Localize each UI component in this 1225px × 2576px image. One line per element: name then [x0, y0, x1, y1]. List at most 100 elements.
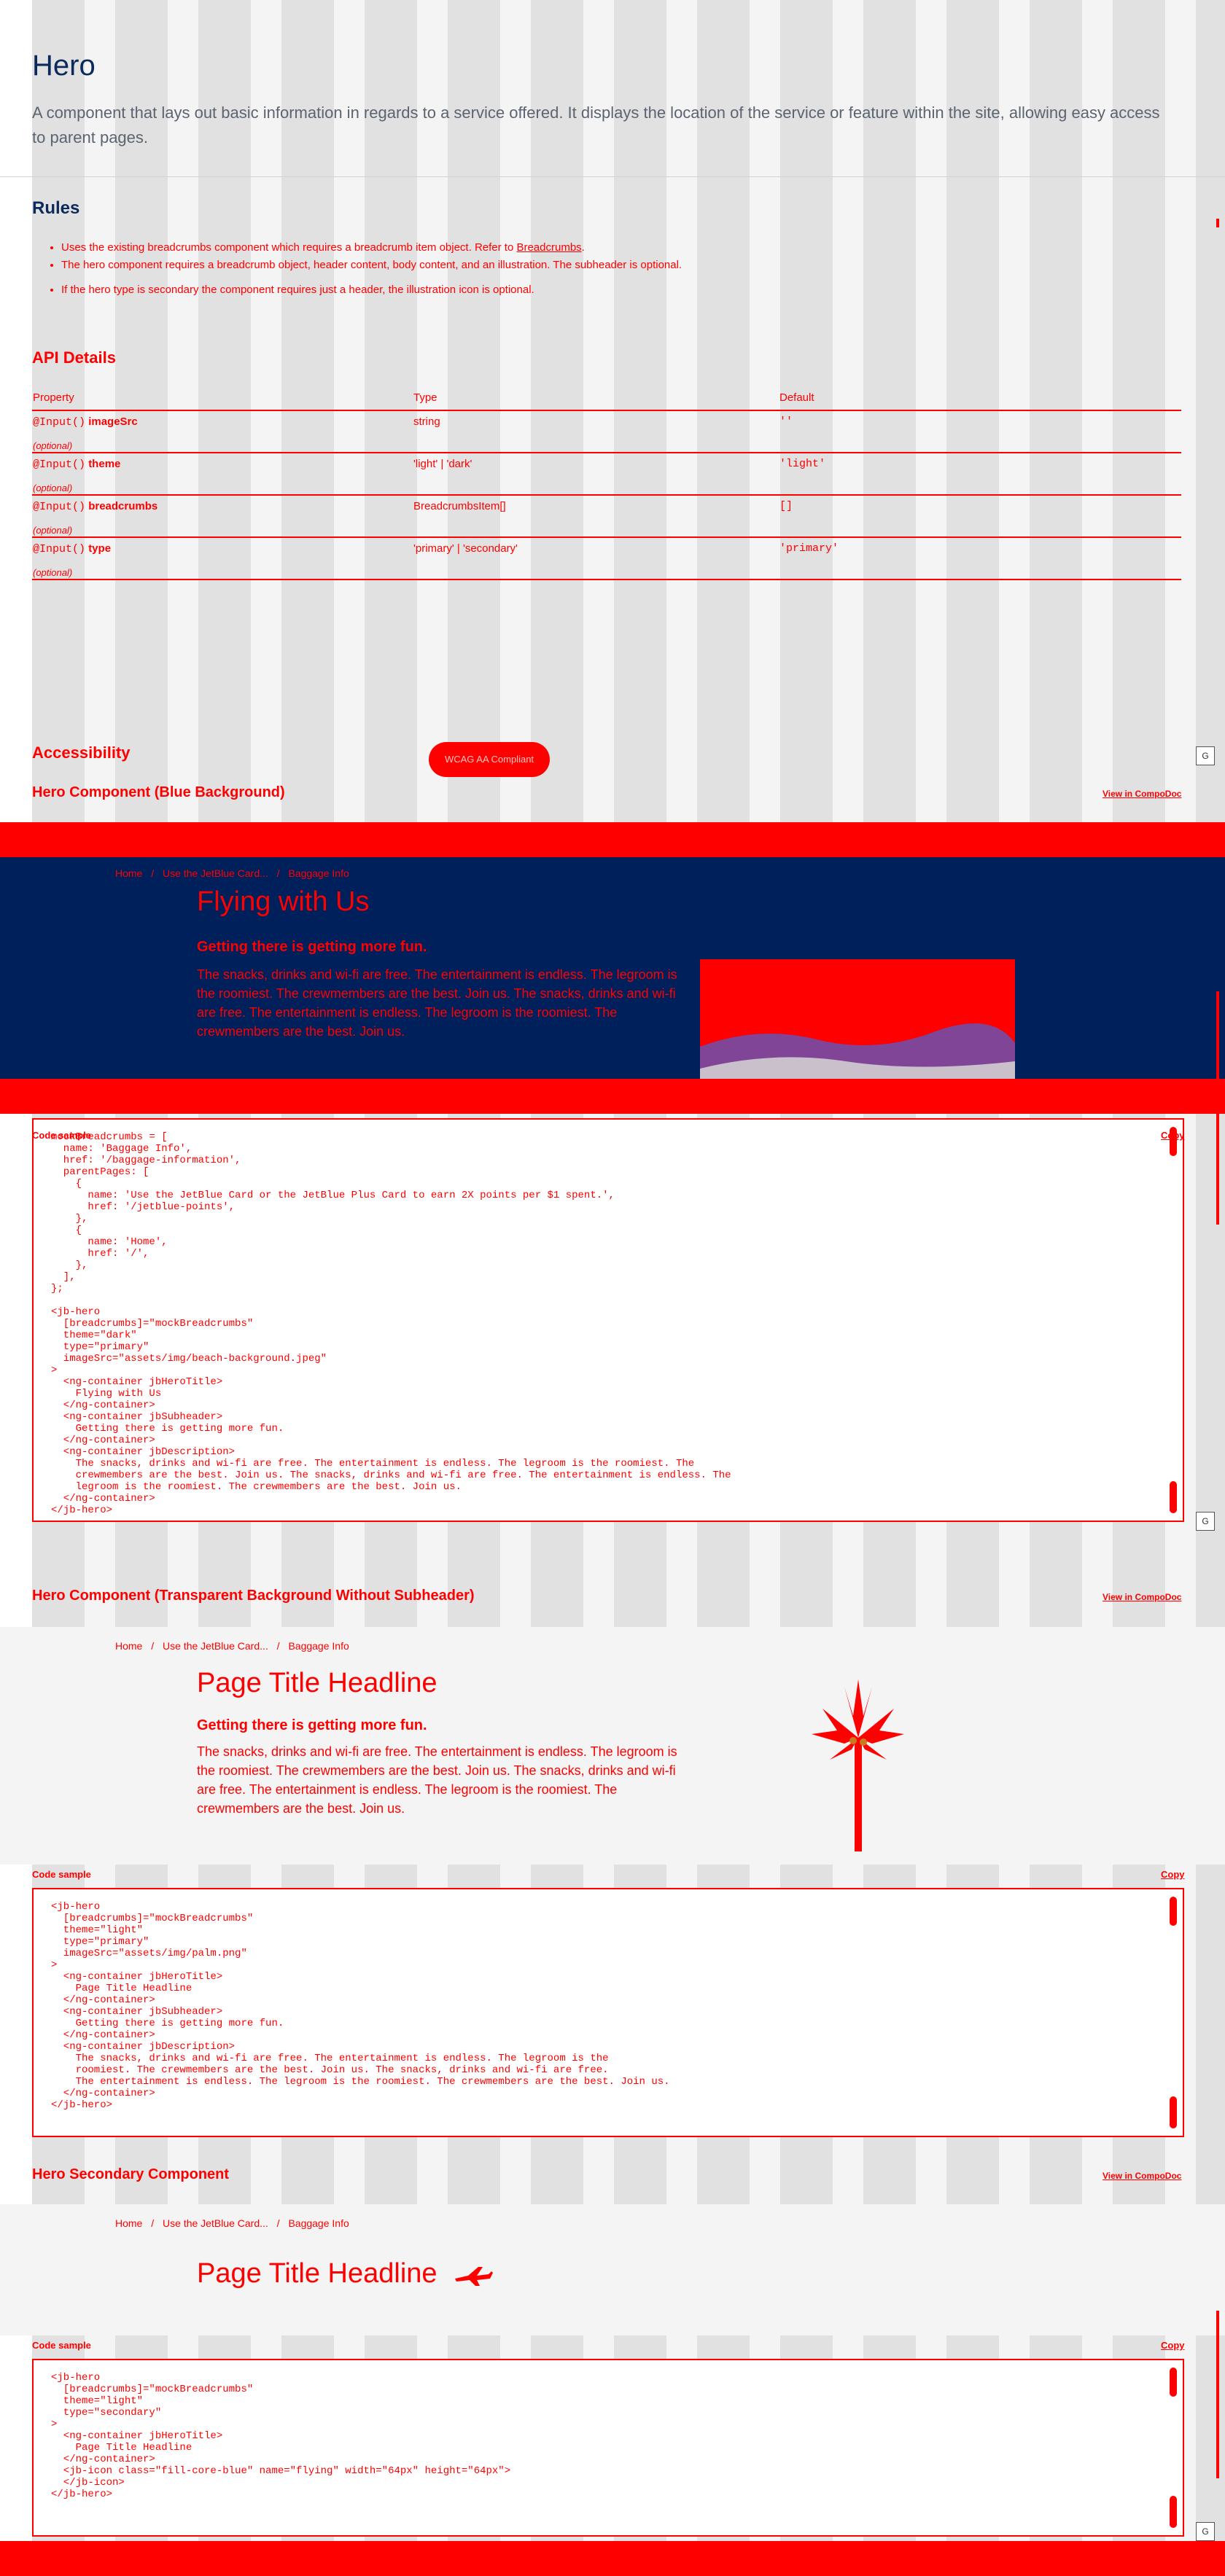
code-sample-label: Code sample: [32, 1869, 91, 1880]
optional-label: (optional): [33, 440, 73, 451]
page-scrollbar-mark: [1216, 219, 1219, 227]
property-name: imageSrc: [88, 415, 138, 428]
breadcrumb: Home / Use the JetBlue Card... / Baggage…: [115, 2217, 355, 2229]
code-block: <jb-hero [breadcrumbs]="mockBreadcrumbs"…: [51, 1901, 670, 2111]
hero-title: Page Title Headline: [197, 1668, 438, 1698]
default-cell: '': [779, 410, 1181, 453]
code-block: <jb-hero [breadcrumbs]="mockBreadcrumbs"…: [51, 2372, 511, 2500]
wcag-badge: WCAG AA Compliant: [429, 742, 550, 777]
page: Hero A component that lays out basic inf…: [0, 0, 1225, 2576]
g-button[interactable]: G: [1196, 746, 1215, 765]
breadcrumb-separator: /: [276, 1640, 280, 1652]
hero-title: Flying with Us: [197, 886, 370, 917]
table-row: @Input() type (optional) 'primary' | 'sec…: [32, 537, 1181, 580]
breadcrumb-parent[interactable]: Use the JetBlue Card...: [163, 867, 268, 879]
table-row: @Input() imageSrc (optional) string '': [32, 410, 1181, 453]
scrollbar-thumb[interactable]: [1170, 2496, 1177, 2528]
rule-item: The hero component requires a breadcrumb…: [61, 258, 1140, 273]
page-scrollbar-thumb[interactable]: [1216, 991, 1219, 1225]
property-cell: @Input() theme (optional): [32, 453, 413, 496]
property-cell: @Input() type (optional): [32, 537, 413, 580]
breadcrumb-home[interactable]: Home: [115, 2217, 142, 2229]
section-title-secondary: Hero Secondary Component: [32, 2166, 230, 2182]
hero-blue-preview: Home / Use the JetBlue Card... / Baggage…: [0, 822, 1225, 1114]
breadcrumb-parent[interactable]: Use the JetBlue Card...: [163, 2217, 268, 2229]
g-button[interactable]: G: [1196, 2522, 1215, 2541]
scrollbar-thumb[interactable]: [1170, 2096, 1177, 2128]
scrollbar-thumb[interactable]: [1170, 1481, 1177, 1513]
rules-heading: Rules: [32, 198, 80, 218]
column-header: Property: [32, 385, 413, 411]
column-header: Type: [413, 385, 779, 411]
hero-subheader: Getting there is getting more fun.: [197, 939, 427, 955]
breadcrumb-separator: /: [151, 2217, 155, 2229]
optional-label: (optional): [33, 483, 73, 493]
breadcrumb-home[interactable]: Home: [115, 1640, 142, 1652]
input-decorator: @Input(): [33, 458, 86, 471]
section-title-transparent: Hero Component (Transparent Background W…: [32, 1588, 475, 1604]
rules-list: Uses the existing breadcrumbs component …: [61, 241, 1140, 300]
property-name: breadcrumbs: [88, 500, 158, 512]
property-cell: @Input() imageSrc (optional): [32, 410, 413, 453]
copy-button[interactable]: Copy: [1161, 1130, 1185, 1141]
breadcrumb: Home / Use the JetBlue Card... / Baggage…: [115, 1640, 355, 1652]
breadcrumb-current: Baggage Info: [288, 867, 349, 879]
copy-button[interactable]: Copy: [1161, 2340, 1185, 2351]
type-cell: string: [413, 410, 779, 453]
optional-label: (optional): [33, 525, 73, 536]
flying-icon: [454, 2263, 493, 2289]
input-decorator: @Input(): [33, 416, 86, 429]
api-table: Property Type Default @Input() imageSrc (…: [32, 385, 1181, 580]
rule-text: The hero component requires a breadcrumb…: [61, 259, 682, 271]
property-cell: @Input() breadcrumbs (optional): [32, 495, 413, 538]
input-decorator: @Input(): [33, 501, 86, 513]
breadcrumb-parent[interactable]: Use the JetBlue Card...: [163, 1640, 268, 1652]
hero-description: The snacks, drinks and wi-fi are free. T…: [197, 1744, 677, 1816]
copy-button[interactable]: Copy: [1161, 1869, 1185, 1880]
optional-label: (optional): [33, 567, 73, 578]
breadcrumb-separator: /: [151, 867, 155, 879]
page-scrollbar-mark: [1216, 2311, 1219, 2478]
code-block: mockBreadcrumbs = [ name: 'Baggage Info'…: [51, 1131, 731, 1516]
view-in-compodoc-link[interactable]: View in CompoDoc: [1102, 1592, 1181, 1602]
default-cell: []: [779, 495, 1181, 538]
code-sample-secondary: <jb-hero [breadcrumbs]="mockBreadcrumbs"…: [32, 2359, 1184, 2537]
page-title: Hero: [32, 50, 96, 82]
page-intro: A component that lays out basic informat…: [32, 104, 1160, 147]
hero-title: Page Title Headline: [197, 2258, 438, 2289]
breadcrumb-current: Baggage Info: [288, 1640, 349, 1652]
code-sample-label: Code sample: [32, 2340, 91, 2351]
breadcrumb-home[interactable]: Home: [115, 867, 142, 879]
hero-description: The snacks, drinks and wi-fi are free. T…: [197, 967, 677, 1039]
type-cell: 'primary' | 'secondary': [413, 537, 779, 580]
api-heading: API Details: [32, 348, 116, 367]
breadcrumb-current: Baggage Info: [288, 2217, 349, 2229]
scrollbar-thumb[interactable]: [1170, 2368, 1177, 2397]
scrollbar-thumb[interactable]: [1170, 1897, 1177, 1926]
palm-tree-graphic: [812, 1679, 904, 1851]
hero-bottom-bar: [0, 1079, 1225, 1114]
code-sample-blue: mockBreadcrumbs = [ name: 'Baggage Info'…: [32, 1118, 1184, 1522]
footer-bar: [0, 2541, 1225, 2576]
breadcrumbs-link[interactable]: Breadcrumbs: [516, 241, 581, 254]
accessibility-heading: Accessibility: [32, 743, 131, 762]
section-title-blue: Hero Component (Blue Background): [32, 784, 285, 800]
input-decorator: @Input(): [33, 543, 86, 555]
table-row: @Input() theme (optional) 'light' | 'dark…: [32, 453, 1181, 496]
type-cell: 'light' | 'dark': [413, 453, 779, 496]
g-button[interactable]: G: [1196, 1512, 1215, 1531]
default-cell: 'primary': [779, 537, 1181, 580]
hero-subheader: Getting there is getting more fun.: [197, 1717, 427, 1733]
property-name: theme: [88, 458, 121, 470]
view-in-compodoc-link[interactable]: View in CompoDoc: [1102, 2171, 1181, 2181]
table-row: @Input() breadcrumbs (optional) Breadcrum…: [32, 495, 1181, 538]
rule-item: Uses the existing breadcrumbs component …: [61, 241, 1140, 255]
property-name: type: [88, 542, 112, 555]
breadcrumb-separator: /: [276, 867, 280, 879]
palm-tree-illustration: [808, 1679, 907, 1851]
column-header: Default: [779, 385, 1181, 411]
airplane-icon: [455, 2267, 493, 2286]
breadcrumb: Home / Use the JetBlue Card... / Baggage…: [115, 867, 355, 879]
breadcrumb-separator: /: [276, 2217, 280, 2229]
view-in-compodoc-link[interactable]: View in CompoDoc: [1102, 789, 1181, 799]
